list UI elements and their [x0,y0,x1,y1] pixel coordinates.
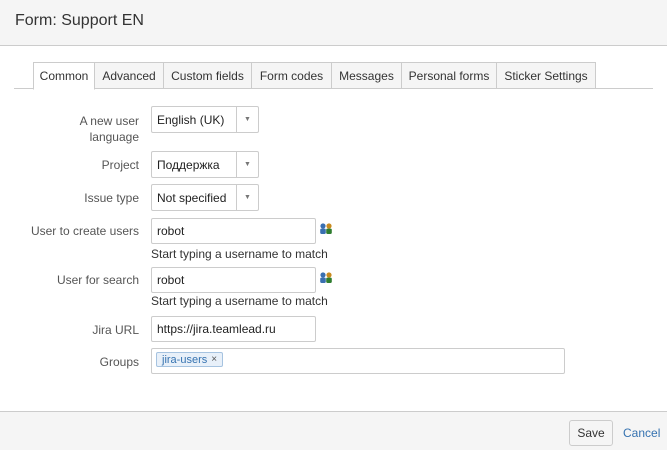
tab-bar: Common Advanced Custom fields Form codes… [14,62,653,90]
language-select-value: English (UK) [157,112,225,127]
user-search-label: User for search [56,273,139,287]
issue-type-label: Issue type [84,191,139,205]
project-select[interactable]: Поддержка ▼ [151,151,259,178]
form-dialog: Form: Support EN Common Advanced Custom … [0,0,667,450]
issue-type-select[interactable]: Not specified ▼ [151,184,259,211]
tab-common[interactable]: Common [33,62,95,90]
chevron-down-icon[interactable]: ▼ [236,152,258,177]
language-label-line2: language [89,130,139,144]
group-tag-label: jira-users [162,353,208,366]
project-label: Project [101,158,139,172]
tab-custom-fields[interactable]: Custom fields [164,62,252,89]
user-create-input[interactable]: robot [151,218,316,244]
users-icon[interactable] [319,271,333,285]
chevron-down-icon[interactable]: ▼ [236,107,258,132]
language-label-line1: A new user [79,114,139,128]
language-label: A new user language [80,113,139,145]
dialog-title: Form: Support EN [15,12,144,29]
jira-url-input[interactable]: https://jira.teamlead.ru [151,316,316,342]
chevron-down-icon[interactable]: ▼ [236,185,258,210]
project-select-value: Поддержка [157,157,220,172]
user-search-input[interactable]: robot [151,267,316,293]
jira-url-label: Jira URL [92,323,139,337]
dialog-header: Form: Support EN [0,0,667,46]
tab-form-codes[interactable]: Form codes [252,62,332,89]
tab-sticker-settings[interactable]: Sticker Settings [497,62,596,89]
user-search-hint: Start typing a username to match [151,294,328,308]
group-tag: jira-users × [156,352,224,367]
save-button[interactable]: Save [569,420,613,446]
language-select[interactable]: English (UK) ▼ [151,106,259,133]
close-icon[interactable]: × [211,354,217,365]
dialog-footer: Save Cancel [0,411,667,450]
users-icon[interactable] [319,222,333,236]
tab-messages[interactable]: Messages [332,62,402,89]
tab-personal-forms[interactable]: Personal forms [402,62,497,89]
user-create-hint: Start typing a username to match [151,247,328,261]
groups-label: Groups [99,355,139,369]
issue-type-select-value: Not specified [157,190,227,205]
cancel-link[interactable]: Cancel [623,426,660,440]
user-create-label: User to create users [30,224,139,238]
tab-advanced[interactable]: Advanced [95,62,164,89]
